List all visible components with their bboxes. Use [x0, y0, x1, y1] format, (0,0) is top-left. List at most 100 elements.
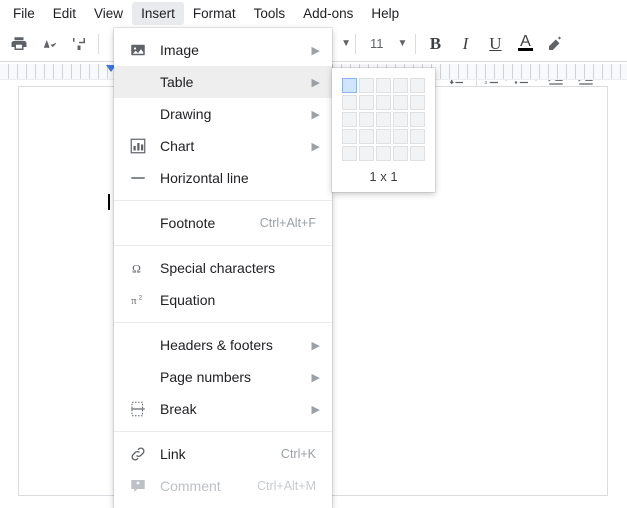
- menu-item-image[interactable]: Image▶: [114, 34, 332, 66]
- bold-button[interactable]: B: [420, 30, 450, 58]
- bold-icon: B: [430, 34, 441, 54]
- chart-icon: [126, 137, 150, 155]
- table-size-flyout: 1 x 1: [332, 68, 435, 192]
- menu-format[interactable]: Format: [184, 2, 245, 25]
- table-cell[interactable]: [376, 95, 391, 110]
- text-cursor: [108, 194, 110, 210]
- menu-item-shortcut: Ctrl+Alt+M: [257, 479, 316, 493]
- menu-view[interactable]: View: [85, 2, 132, 25]
- table-cell[interactable]: [359, 146, 374, 161]
- table-cell[interactable]: [393, 112, 408, 127]
- menu-item-shortcut: Ctrl+Alt+F: [260, 216, 316, 230]
- menubar: File Edit View Insert Format Tools Add-o…: [0, 0, 627, 26]
- menu-separator: [114, 200, 332, 201]
- paint-roller-icon: [70, 35, 88, 53]
- table-cell[interactable]: [410, 95, 425, 110]
- submenu-arrow-icon: ▶: [312, 108, 320, 121]
- separator: [415, 34, 416, 54]
- menu-item-headers-footers[interactable]: Headers & footers ▶: [114, 329, 332, 361]
- table-cell[interactable]: [393, 146, 408, 161]
- svg-text:3: 3: [485, 80, 488, 85]
- italic-button[interactable]: I: [450, 30, 480, 58]
- underline-icon: U: [489, 34, 501, 54]
- menu-item-link[interactable]: LinkCtrl+K: [114, 438, 332, 470]
- menu-item-shortcut: Ctrl+K: [281, 447, 316, 461]
- svg-text:π: π: [131, 296, 137, 307]
- table-cell[interactable]: [410, 129, 425, 144]
- pi-icon: π2: [126, 291, 150, 309]
- table-cell[interactable]: [359, 78, 374, 93]
- omega-icon: Ω: [126, 259, 150, 277]
- highlight-button[interactable]: [540, 30, 570, 58]
- break-icon: [129, 400, 147, 418]
- table-cell[interactable]: [393, 95, 408, 110]
- menu-separator: [114, 431, 332, 432]
- comment-icon: [129, 477, 147, 495]
- menu-item-label: Table: [160, 74, 306, 90]
- table-cell[interactable]: [359, 112, 374, 127]
- menu-item-label: Break: [160, 401, 306, 417]
- hr-icon: [126, 169, 150, 187]
- menu-item-label: Equation: [160, 292, 320, 308]
- separator: [98, 34, 99, 54]
- menu-item-table[interactable]: Table ▶: [114, 66, 332, 98]
- table-cell[interactable]: [342, 129, 357, 144]
- table-cell[interactable]: [393, 129, 408, 144]
- image-icon: [126, 41, 150, 59]
- spellcheck-button[interactable]: [34, 30, 64, 58]
- insert-menu-dropdown: Image▶Table▶Drawing▶Chart▶Horizontal lin…: [114, 28, 332, 508]
- table-cell[interactable]: [376, 146, 391, 161]
- table-cell[interactable]: [376, 112, 391, 127]
- menu-item-horizontal-line[interactable]: Horizontal line: [114, 162, 332, 194]
- menu-item-footnote[interactable]: FootnoteCtrl+Alt+F: [114, 207, 332, 239]
- menu-item-label: Drawing: [160, 106, 306, 122]
- menu-item-label: Chart: [160, 138, 306, 154]
- paint-format-button[interactable]: [64, 30, 94, 58]
- pi-icon: π2: [129, 291, 147, 309]
- menu-item-special-characters[interactable]: ΩSpecial characters: [114, 252, 332, 284]
- menu-insert[interactable]: Insert: [132, 2, 184, 25]
- menu-separator: [114, 245, 332, 246]
- table-cell[interactable]: [376, 78, 391, 93]
- fontsize-dropdown[interactable]: 11 ▼: [360, 32, 411, 56]
- menu-tools[interactable]: Tools: [245, 2, 295, 25]
- menu-item-label: Page numbers: [160, 369, 306, 385]
- menu-item-break[interactable]: Break▶: [114, 393, 332, 425]
- table-cell[interactable]: [376, 129, 391, 144]
- menu-help[interactable]: Help: [362, 2, 408, 25]
- hr-icon: [129, 169, 147, 187]
- table-cell[interactable]: [342, 78, 357, 93]
- italic-icon: I: [463, 34, 469, 54]
- menu-addons[interactable]: Add-ons: [294, 2, 362, 25]
- highlighter-icon: [546, 35, 564, 53]
- menu-item-label: Headers & footers: [160, 337, 306, 353]
- table-size-grid[interactable]: [342, 78, 425, 161]
- menu-file[interactable]: File: [4, 2, 44, 25]
- menu-item-equation[interactable]: π2 Equation: [114, 284, 332, 316]
- print-icon: [10, 35, 28, 53]
- submenu-arrow-icon: ▶: [312, 339, 320, 352]
- table-cell[interactable]: [342, 95, 357, 110]
- table-cell[interactable]: [359, 129, 374, 144]
- text-color-button[interactable]: A: [510, 30, 540, 58]
- menu-item-page-numbers[interactable]: Page numbers▶: [114, 361, 332, 393]
- underline-button[interactable]: U: [480, 30, 510, 58]
- break-icon: [126, 400, 150, 418]
- print-button[interactable]: [4, 30, 34, 58]
- table-size-label: 1 x 1: [342, 161, 425, 184]
- text-color-icon: A: [518, 36, 533, 51]
- table-cell[interactable]: [342, 112, 357, 127]
- submenu-arrow-icon: ▶: [312, 76, 320, 89]
- menu-item-drawing[interactable]: Drawing ▶: [114, 98, 332, 130]
- menu-item-chart[interactable]: Chart▶: [114, 130, 332, 162]
- menu-separator: [114, 322, 332, 323]
- table-cell[interactable]: [393, 78, 408, 93]
- table-cell[interactable]: [342, 146, 357, 161]
- chart-icon: [129, 137, 147, 155]
- table-cell[interactable]: [359, 95, 374, 110]
- menu-edit[interactable]: Edit: [44, 2, 85, 25]
- table-cell[interactable]: [410, 112, 425, 127]
- table-cell[interactable]: [410, 78, 425, 93]
- table-cell[interactable]: [410, 146, 425, 161]
- menu-item-comment: CommentCtrl+Alt+M: [114, 470, 332, 502]
